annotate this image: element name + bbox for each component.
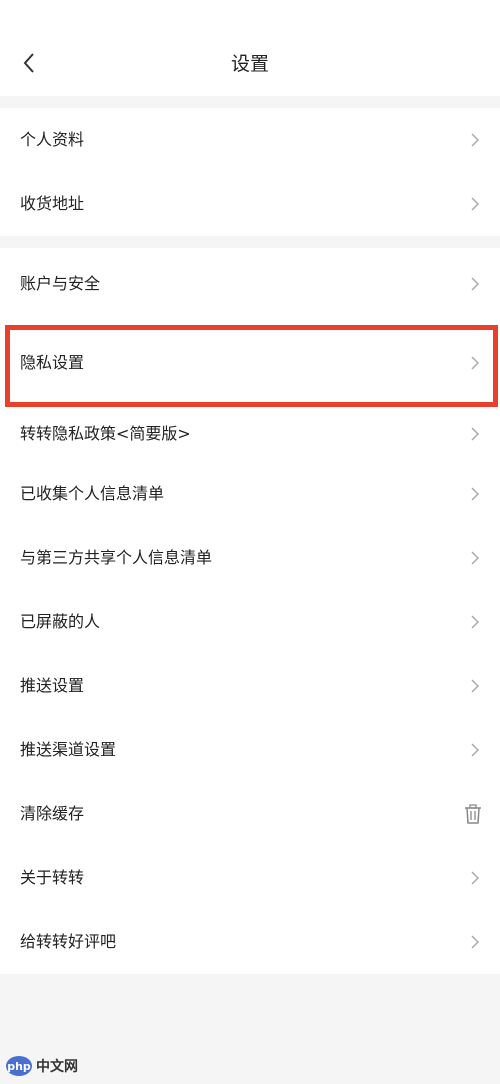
- settings-item-shipping-address[interactable]: 收货地址: [0, 172, 500, 236]
- settings-item-label: 账户与安全: [20, 273, 101, 293]
- settings-item-personal-info[interactable]: 个人资料: [0, 108, 500, 172]
- watermark-text: 中文网: [36, 1059, 78, 1075]
- chevron-right-icon: [468, 355, 482, 370]
- settings-item-privacy[interactable]: 隐私设置: [0, 319, 500, 406]
- settings-item-label: 清除缓存: [20, 804, 85, 823]
- chevron-right-icon: [468, 679, 482, 693]
- settings-item-label: 收货地址: [20, 194, 85, 213]
- settings-item-blocked-users[interactable]: 已屏蔽的人: [0, 590, 500, 654]
- settings-item-push-channel[interactable]: 推送渠道设置: [0, 718, 500, 782]
- settings-item-privacy-policy[interactable]: 转转隐私政策<简要版>: [0, 406, 500, 462]
- chevron-right-icon: [468, 427, 482, 441]
- page-title: 设置: [230, 53, 269, 75]
- settings-item-label: 与第三方共享个人信息清单: [20, 548, 213, 567]
- watermark-logo: php: [6, 1056, 32, 1076]
- settings-item-label: 已屏蔽的人: [20, 612, 101, 631]
- watermark: php 中文网: [6, 1054, 78, 1078]
- settings-item-label: 推送设置: [20, 676, 85, 695]
- settings-item-about[interactable]: 关于转转: [0, 846, 500, 910]
- settings-item-push-settings[interactable]: 推送设置: [0, 654, 500, 718]
- chevron-right-icon: [468, 487, 482, 501]
- settings-item-label: 转转隐私政策<简要版>: [20, 424, 191, 443]
- chevron-right-icon: [468, 615, 482, 629]
- settings-item-label: 个人资料: [20, 130, 85, 149]
- chevron-right-icon: [468, 197, 482, 211]
- settings-group-profile: 个人资料 收货地址: [0, 108, 500, 236]
- chevron-right-icon: [468, 935, 482, 949]
- chevron-right-icon: [468, 551, 482, 565]
- settings-item-label: 已收集个人信息清单: [20, 484, 165, 503]
- trash-icon[interactable]: [462, 803, 484, 825]
- settings-item-label: 隐私设置: [20, 352, 85, 372]
- settings-item-label: 推送渠道设置: [20, 740, 117, 759]
- settings-item-account-security[interactable]: 账户与安全: [0, 248, 500, 319]
- top-nav-bar: 设置: [0, 0, 500, 96]
- settings-item-collected-info[interactable]: 已收集个人信息清单: [0, 462, 500, 526]
- settings-item-label: 关于转转: [20, 868, 85, 887]
- chevron-right-icon: [468, 743, 482, 757]
- settings-item-rate-app[interactable]: 给转转好评吧: [0, 910, 500, 974]
- settings-item-third-party-sharing[interactable]: 与第三方共享个人信息清单: [0, 526, 500, 590]
- settings-item-label: 给转转好评吧: [20, 932, 117, 951]
- chevron-right-icon: [468, 133, 482, 147]
- settings-item-clear-cache[interactable]: 清除缓存: [0, 782, 500, 846]
- chevron-right-icon: [468, 276, 482, 291]
- settings-group-main: 账户与安全 隐私设置 转转隐私政策<简要版> 已收集个人信息清单 与第三方共享个…: [0, 248, 500, 974]
- chevron-right-icon: [468, 871, 482, 885]
